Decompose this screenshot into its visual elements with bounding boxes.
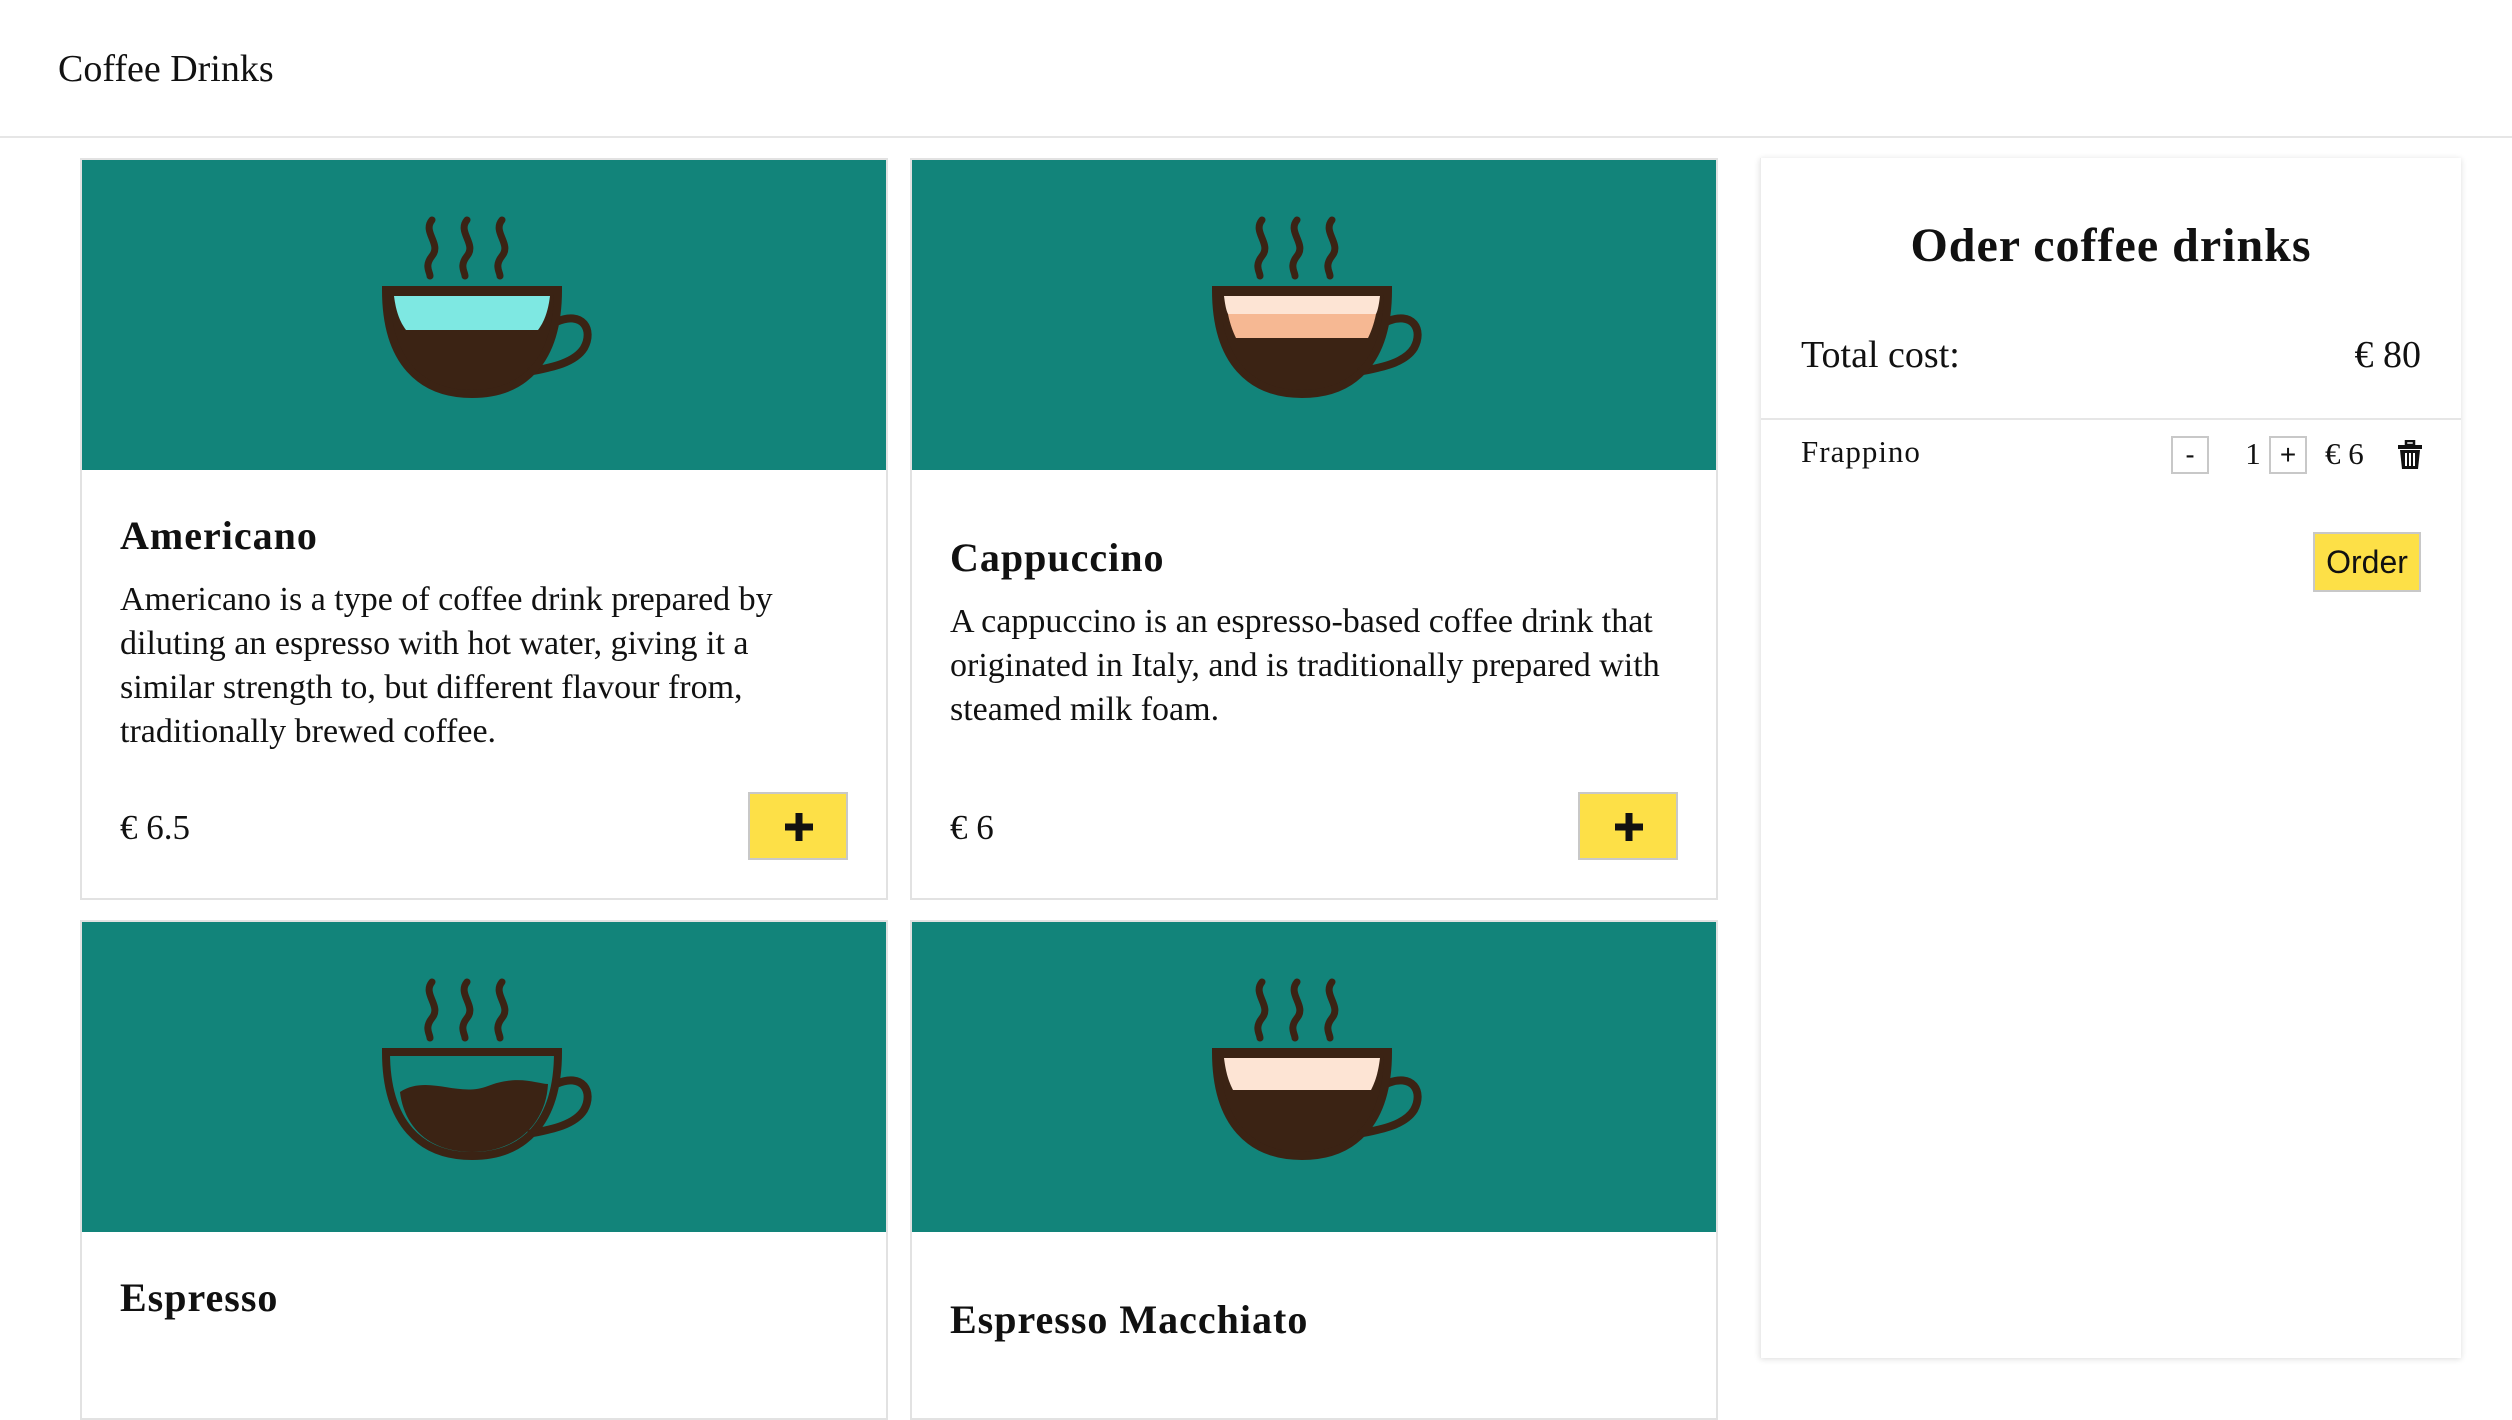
order-panel-title: Oder coffee drinks	[1910, 219, 2312, 272]
product-name: Espresso Macchiato	[950, 1297, 1309, 1342]
cappuccino-cup-icon	[1211, 216, 1422, 399]
add-to-order-button[interactable]	[748, 792, 848, 860]
product-card-cappuccino: Cappuccino A cappuccino is an espresso-b…	[910, 158, 1718, 900]
product-name: Cappuccino	[950, 535, 1165, 580]
espresso-cup-icon	[381, 978, 592, 1161]
order-line-name: Frappino	[1801, 434, 1921, 469]
add-to-order-button[interactable]	[1578, 792, 1678, 860]
total-cost-value: € 80	[2354, 334, 2422, 376]
product-description: A cappuccino is an espresso-based coffee…	[950, 603, 1660, 728]
order-line-quantity: 1	[2245, 436, 2261, 471]
trash-icon[interactable]	[2397, 440, 2423, 470]
product-name: Espresso	[120, 1275, 279, 1320]
increment-quantity-button[interactable]: +	[2269, 436, 2307, 474]
product-image	[82, 922, 886, 1232]
total-cost-label: Total cost:	[1801, 334, 1960, 376]
decrement-quantity-button[interactable]: -	[2171, 436, 2209, 474]
product-image	[82, 160, 886, 470]
product-price: € 6	[950, 808, 994, 847]
product-image	[912, 922, 1716, 1232]
product-card-americano: Americano Americano is a type of coffee …	[80, 158, 888, 900]
plus-icon	[1615, 813, 1643, 841]
order-button[interactable]: Order	[2313, 532, 2421, 592]
product-description: Americano is a type of coffee drink prep…	[120, 581, 773, 750]
app-title: Coffee Drinks	[58, 48, 274, 90]
product-card-espresso-macchiato: Espresso Macchiato	[910, 920, 1718, 1420]
product-name: Americano	[120, 513, 318, 558]
americano-cup-icon	[381, 216, 592, 399]
order-line-price: € 6	[2325, 436, 2364, 471]
divider	[1761, 418, 2461, 420]
macchiato-cup-icon	[1211, 978, 1422, 1161]
product-price: € 6.5	[120, 808, 190, 847]
product-image	[912, 160, 1716, 470]
product-card-espresso: Espresso	[80, 920, 888, 1420]
app-header: Coffee Drinks	[0, 0, 2512, 138]
order-panel: Oder coffee drinks Total cost: € 80 Frap…	[1760, 158, 2461, 1358]
plus-icon	[785, 813, 813, 841]
